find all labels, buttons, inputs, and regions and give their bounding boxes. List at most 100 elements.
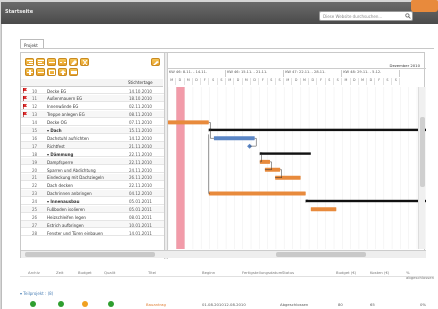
summary-bar xyxy=(305,199,426,203)
task-id: 21 xyxy=(32,175,38,181)
task-begin: 01.08.2010 xyxy=(202,302,224,307)
column-header[interactable]: Budget xyxy=(78,270,92,275)
task-bar xyxy=(168,120,209,125)
home-link[interactable]: Startseite xyxy=(5,9,33,15)
task-name: Innenwände EG xyxy=(47,104,79,110)
task-row[interactable]: 25 Fußboden isolieren 05.01.2011 xyxy=(21,205,164,213)
gantt-panel: Stichtertage 10 Decke EG 14.10.2010 11 Außen… xyxy=(20,52,426,259)
task-date: 04.12.2010 xyxy=(129,191,152,197)
search-input[interactable]: Diese Website durchsuchen... xyxy=(319,11,413,21)
task-date: 05.01.2011 xyxy=(129,207,152,212)
task-id: 22 xyxy=(32,183,38,189)
task-title-link[interactable]: Bauantrag xyxy=(146,302,166,307)
task-bar xyxy=(213,136,255,141)
task-date: 21.11.2010 xyxy=(129,143,152,149)
task-end: 12.08.2010 xyxy=(224,302,246,307)
unlink-icon[interactable] xyxy=(58,58,67,66)
task-date: 14.10.2010 xyxy=(129,88,152,94)
task-row[interactable]: 21 Eindeckung mit Dachziegeln 26.11.2010 xyxy=(21,173,164,182)
column-header[interactable]: Kosten (€) xyxy=(370,270,389,275)
settings-icon[interactable] xyxy=(151,58,160,66)
task-percent: 0% xyxy=(420,302,427,307)
gantt-chart: Dezember 2010 KW 46: 8.11. - 14.11. KW 46… xyxy=(168,53,426,259)
task-row[interactable]: 15 ▾ Dach 15.11.2010 xyxy=(21,126,164,134)
task-list-row[interactable]: Bauantrag 01.08.2010 12.08.2010 Abgeschl… xyxy=(20,300,434,308)
task-name: Eindeckung mit Dachziegeln xyxy=(47,175,104,181)
search-icon[interactable] xyxy=(405,13,411,19)
task-row[interactable]: 18 ▾ Dämmung 22.11.2010 xyxy=(21,150,164,158)
task-row[interactable]: 19 Dampfsperre 22.11.2010 xyxy=(21,158,164,166)
vertical-scrollbar[interactable] xyxy=(418,87,425,249)
column-header[interactable]: Qualit xyxy=(104,270,115,275)
task-id: 11 xyxy=(32,96,38,102)
task-row[interactable]: 11 Außenmauern EG 18.10.2010 xyxy=(21,94,164,103)
task-row[interactable]: 14 Decke OG 07.11.2010 xyxy=(21,119,164,126)
task-id: 25 xyxy=(32,207,38,212)
zoom-in-icon[interactable] xyxy=(25,68,34,76)
task-budget: 80 xyxy=(338,302,343,307)
task-row[interactable]: 12 Innenwände EG 02.11.2010 xyxy=(21,103,164,110)
task-id: 23 xyxy=(32,191,38,197)
task-id: 28 xyxy=(32,230,38,236)
task-id: 16 xyxy=(32,135,38,141)
summary-bar xyxy=(259,152,311,155)
task-date: 10.01.2011 xyxy=(129,222,152,228)
task-row[interactable]: 22 Dach decken 22.11.2010 xyxy=(21,182,164,189)
task-bar xyxy=(310,207,337,212)
task-id: 12 xyxy=(32,104,38,110)
group-label[interactable]: ▾ Teilprojekt : (8) xyxy=(20,291,53,296)
task-row[interactable]: 13 Treppe anlegen EG 08.11.2010 xyxy=(21,110,164,118)
task-id: 18 xyxy=(32,151,38,157)
column-header[interactable]: Zeit xyxy=(56,270,63,275)
task-row[interactable]: 16 Dachstuhl aufrichten 14.12.2010 xyxy=(21,134,164,142)
task-id: 17 xyxy=(32,143,38,149)
delete-icon[interactable] xyxy=(80,58,89,66)
chart-scroll-thumb[interactable] xyxy=(276,252,366,257)
task-name: Decke EG xyxy=(47,88,67,94)
task-row[interactable]: 23 Dachrinnen anbringen 04.12.2010 xyxy=(21,189,164,197)
column-header[interactable]: Archiv xyxy=(28,270,40,275)
status-dot-archive xyxy=(30,301,36,307)
task-date: 14.01.2011 xyxy=(129,230,152,236)
task-name: Dachstuhl aufrichten xyxy=(47,135,89,141)
task-row[interactable]: 10 Decke EG 14.10.2010 xyxy=(21,87,164,95)
export-icon[interactable] xyxy=(58,68,67,76)
outdent-icon[interactable] xyxy=(36,58,45,66)
column-header[interactable]: Status xyxy=(282,270,294,275)
task-id: 27 xyxy=(32,222,38,228)
status-dot-budget xyxy=(82,301,88,307)
column-header[interactable]: Fertigstellungsdatum xyxy=(242,270,282,275)
task-row[interactable]: 26 Heizschleifen legen 08.01.2011 xyxy=(21,213,164,221)
date-column-header[interactable]: Stichtertage xyxy=(128,80,153,85)
task-row[interactable]: 27 Estrich aufbringen 10.01.2011 xyxy=(21,221,164,229)
vertical-scroll-thumb[interactable] xyxy=(420,117,425,187)
horizontal-scrollbar[interactable] xyxy=(21,250,426,258)
task-date: 05.01.2011 xyxy=(129,199,152,205)
task-id: 14 xyxy=(32,120,38,126)
task-row[interactable]: 28 Fenster und Türen einbauen 14.01.2011 xyxy=(21,229,164,237)
column-header[interactable]: Budget (€) xyxy=(336,270,356,275)
zoom-out-icon[interactable] xyxy=(36,68,45,76)
column-header[interactable]: Beginn xyxy=(202,270,215,275)
calendar-icon[interactable] xyxy=(47,68,56,76)
column-header[interactable]: Titel xyxy=(148,270,156,275)
print-icon[interactable] xyxy=(69,68,78,76)
task-date: 22.11.2010 xyxy=(129,151,152,157)
grid-header: Stichtertage xyxy=(21,79,163,87)
column-header[interactable]: % abgeschlossen xyxy=(406,270,434,280)
task-name: Außenmauern EG xyxy=(47,96,83,102)
task-row[interactable]: 20 Sparren und Abdichtung 24.11.2010 xyxy=(21,166,164,174)
status-dot-time xyxy=(58,301,64,307)
flag-icon xyxy=(23,95,27,101)
account-tab[interactable] xyxy=(411,0,438,12)
link-icon[interactable] xyxy=(47,58,56,66)
edit-icon[interactable] xyxy=(69,58,78,66)
grid-scroll-thumb[interactable] xyxy=(25,252,155,257)
task-name: Heizschleifen legen xyxy=(47,214,86,220)
task-name: Estrich aufbringen xyxy=(47,222,84,228)
task-name: Dampfsperre xyxy=(47,159,74,165)
task-row[interactable]: 17 Richtfest 21.11.2010 xyxy=(21,142,164,150)
task-row[interactable]: 24 ▾ Innenausbau 05.01.2011 xyxy=(21,198,164,205)
indent-icon[interactable] xyxy=(25,58,34,66)
summary-bar xyxy=(208,128,426,132)
